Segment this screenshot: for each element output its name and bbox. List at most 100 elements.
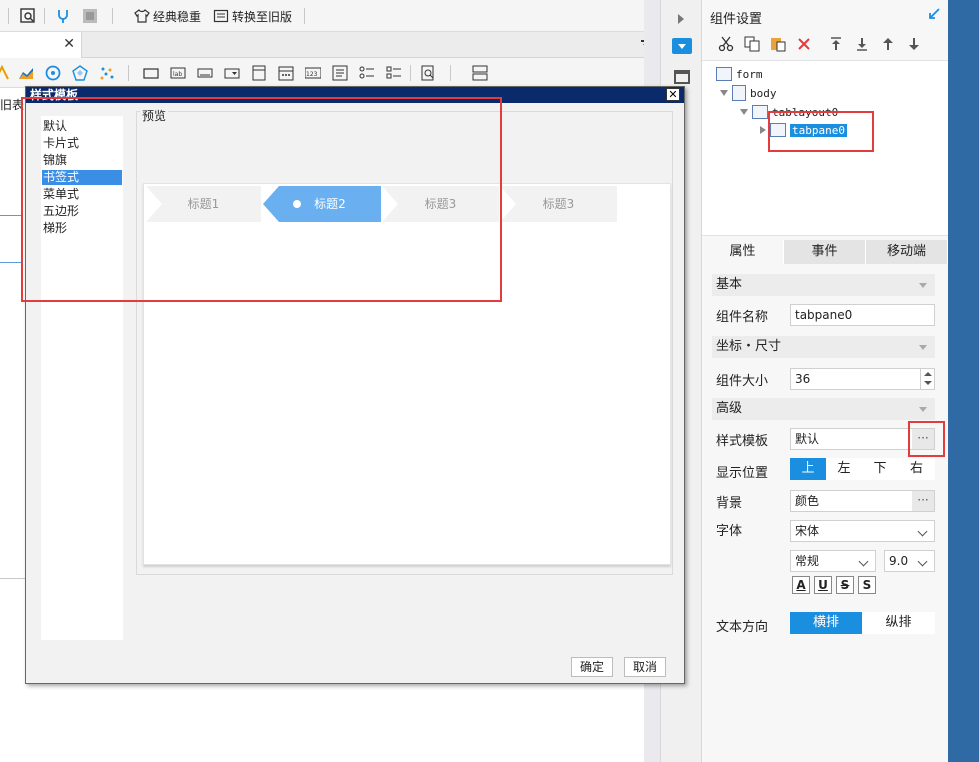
expand-arrow-icon[interactable] xyxy=(678,14,684,24)
tree-node-label: form xyxy=(736,67,763,81)
move-up-icon[interactable] xyxy=(880,36,896,52)
textarea-widget-icon[interactable] xyxy=(332,65,348,81)
font-family-select[interactable]: 宋体 xyxy=(790,520,935,542)
tree-collapsed-icon[interactable] xyxy=(760,126,766,134)
component-size-stepper[interactable]: 36 xyxy=(790,368,935,390)
tree-node-form[interactable]: form xyxy=(716,66,763,82)
label-widget-icon[interactable] xyxy=(143,65,159,81)
background-field[interactable]: 颜色 ··· xyxy=(790,490,935,512)
position-right-option[interactable]: 右 xyxy=(898,458,935,480)
toolbar-separator xyxy=(44,8,45,24)
calendar-widget-icon[interactable] xyxy=(278,65,294,81)
section-advanced[interactable]: 高级 xyxy=(712,398,935,420)
position-left-option[interactable]: 左 xyxy=(826,458,862,480)
widget-icon[interactable] xyxy=(0,65,10,81)
component-size-value: 36 xyxy=(795,372,811,386)
move-top-icon[interactable] xyxy=(828,36,844,52)
plugin-icon[interactable] xyxy=(55,8,71,24)
delete-icon[interactable] xyxy=(796,36,812,52)
position-bottom-option[interactable]: 下 xyxy=(862,458,898,480)
gauge-icon[interactable] xyxy=(45,65,61,81)
tab-notch-shape xyxy=(500,186,516,222)
canvas-divider xyxy=(0,578,28,579)
document-tab-strip: ✕ xyxy=(0,32,660,58)
collapse-panel-icon[interactable] xyxy=(928,8,940,20)
tablayout-node-icon xyxy=(752,105,768,119)
scatter-icon[interactable] xyxy=(99,65,115,81)
copy-icon[interactable] xyxy=(744,36,760,52)
panel-title: 组件设置 xyxy=(710,12,763,27)
tab-properties[interactable]: 属性 xyxy=(702,240,784,264)
textbox-widget-icon[interactable] xyxy=(197,65,213,81)
underline-button[interactable]: U xyxy=(814,576,832,594)
toolbar-separator xyxy=(112,8,113,24)
canvas-guide-line xyxy=(0,215,22,216)
convert-old-version-button[interactable]: 转换至旧版 xyxy=(213,6,292,26)
grid-disabled-icon xyxy=(83,9,97,23)
preview-search-icon[interactable] xyxy=(20,8,36,24)
convert-old-version-label: 转换至旧版 xyxy=(232,9,293,24)
tree-node-label: body xyxy=(750,86,777,100)
position-top-option[interactable]: 上 xyxy=(790,458,826,480)
listbox-widget-icon[interactable] xyxy=(251,65,267,81)
strikethrough-button[interactable]: S xyxy=(836,576,854,594)
cut-icon[interactable] xyxy=(718,36,734,52)
radar-icon[interactable] xyxy=(72,65,88,81)
window-edge-strip xyxy=(948,0,979,762)
font-color-button[interactable]: A xyxy=(792,576,810,594)
move-down-icon[interactable] xyxy=(906,36,922,52)
tree-node-body[interactable]: body xyxy=(720,85,777,101)
chevron-down-icon xyxy=(855,551,875,571)
background-more-button[interactable]: ··· xyxy=(912,491,934,511)
layout-widget-icon[interactable] xyxy=(472,65,488,81)
classic-theme-button[interactable]: 经典稳重 xyxy=(134,6,201,26)
section-basic[interactable]: 基本 xyxy=(712,274,935,296)
shirt-icon xyxy=(134,9,150,23)
component-settings-panel: 组件设置 form body tablayout0 tabpane0 属性 事件… xyxy=(702,0,948,762)
paste-icon[interactable] xyxy=(770,36,786,52)
background-label: 背景 xyxy=(716,496,743,511)
display-position-toggle: 上 左 下 右 xyxy=(790,458,935,480)
number-widget-icon[interactable]: 123 xyxy=(305,65,321,81)
radio-group-icon[interactable] xyxy=(359,65,375,81)
tab-events[interactable]: 事件 xyxy=(784,240,866,264)
toolbar-separator xyxy=(410,65,411,81)
tree-expand-icon[interactable] xyxy=(720,90,728,96)
font-style-select[interactable]: 常规 xyxy=(790,550,876,572)
query-widget-icon[interactable] xyxy=(420,65,436,81)
annotation-highlight-box xyxy=(768,111,874,152)
text-vertical-option[interactable]: 纵排 xyxy=(862,612,935,634)
size-spinner-icon[interactable] xyxy=(920,369,934,389)
svg-text:123: 123 xyxy=(306,71,318,78)
tab-mobile[interactable]: 移动端 xyxy=(866,240,948,264)
text-horizontal-option[interactable]: 横排 xyxy=(790,612,862,634)
close-tab-icon[interactable]: ✕ xyxy=(63,36,75,52)
tree-expand-icon[interactable] xyxy=(740,109,748,115)
font-size-select[interactable]: 9.0 xyxy=(884,550,935,572)
move-bottom-icon[interactable] xyxy=(854,36,870,52)
document-tab[interactable]: ✕ xyxy=(0,32,82,58)
classic-theme-label: 经典稳重 xyxy=(153,9,202,24)
preview-tab-label: 标题3 xyxy=(542,197,575,211)
font-family-value: 宋体 xyxy=(795,524,820,538)
lab-widget-icon[interactable]: lab xyxy=(170,65,186,81)
close-icon[interactable]: ✕ xyxy=(666,88,680,101)
svg-text:lab: lab xyxy=(173,71,182,78)
layout-dock-icon[interactable] xyxy=(674,70,690,84)
dropdown-widget-icon[interactable] xyxy=(224,65,240,81)
checkbox-group-icon[interactable] xyxy=(386,65,402,81)
chart-icon[interactable] xyxy=(18,65,34,81)
toolbar-separator xyxy=(304,8,305,24)
tree-toolbar xyxy=(702,32,948,56)
shadow-button[interactable]: S xyxy=(858,576,876,594)
cancel-button[interactable]: 取消 xyxy=(624,657,666,677)
preview-tab: 标题3 xyxy=(500,186,617,222)
component-size-label: 组件大小 xyxy=(716,374,769,389)
component-name-input[interactable]: tabpane0 xyxy=(790,304,935,326)
component-name-label: 组件名称 xyxy=(716,310,769,325)
property-tabs: 属性 事件 移动端 xyxy=(702,240,948,264)
section-coordinates[interactable]: 坐标・尺寸 xyxy=(712,336,935,358)
ok-button[interactable]: 确定 xyxy=(571,657,613,677)
component-settings-dock-button[interactable] xyxy=(672,38,692,54)
background-value: 颜色 xyxy=(795,494,820,508)
